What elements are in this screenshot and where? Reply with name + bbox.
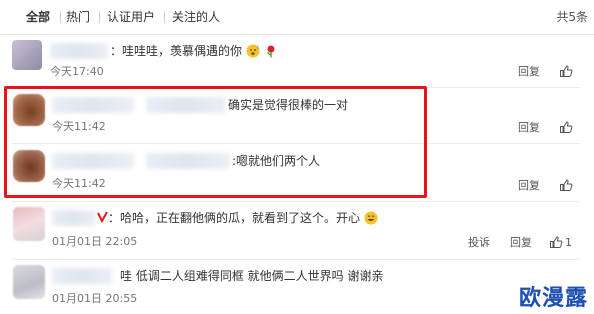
avatar[interactable] [13,265,45,299]
tab-verified[interactable]: 认证用户 [107,10,155,24]
divider [12,259,580,260]
verified-badge-icon [97,211,108,223]
tab-divider [60,11,61,23]
watermark-logo: 欧漫露 [518,286,588,311]
username-blurred[interactable] [52,210,96,226]
tab-divider [99,11,100,23]
like-count: 1 [565,236,572,249]
grinning-face-icon [364,211,378,225]
comment-text: ：哇哇哇，羡慕偶遇的你 [110,43,278,59]
tab-all[interactable]: 全部 [26,10,50,24]
comment-time: 今天17:40 [50,65,104,78]
tab-following[interactable]: 关注的人 [172,10,220,24]
reply-button[interactable]: 回复 [518,65,540,79]
tab-hot[interactable]: 热门 [66,10,90,24]
highlight-box [4,86,427,198]
thumbs-up-icon[interactable] [559,178,573,192]
comment-item: ：哇哇哇，羡慕偶遇的你 今天17:40 回复 [0,35,594,83]
filter-tabs: 全部 热门 认证用户 关注的人 共5条 [0,0,594,35]
tab-divider [164,11,165,23]
comment-text-content: ：哇哇哇，羡慕偶遇的你 [110,44,243,58]
username-blurred[interactable] [50,43,108,59]
thumbs-up-icon[interactable] [549,235,563,249]
username-blurred[interactable] [52,268,112,284]
report-button[interactable]: 投诉 [468,236,490,250]
divider [12,201,580,202]
comment-time: 01月01日 20:55 [52,292,138,305]
comment-text: 哇 低调二人组难得同框 就他俩二人世界吗 谢谢亲 [120,269,384,283]
avatar[interactable] [13,207,45,241]
reply-button[interactable]: 回复 [518,121,540,135]
comment-time: 01月01日 22:05 [52,235,138,248]
comment-count: 共5条 [556,10,588,24]
thumbs-up-icon[interactable] [559,120,573,134]
comment-item: 哇 低调二人组难得同框 就他俩二人世界吗 谢谢亲 01月01日 20:55 [0,261,594,314]
face-with-cold-sweat-icon [246,44,260,58]
reply-button[interactable]: 回复 [518,179,540,193]
avatar[interactable] [12,40,42,70]
thumbs-up-icon[interactable] [559,64,573,78]
reply-button[interactable]: 回复 [510,236,532,250]
rose-icon [267,45,275,58]
comment-item: ：哈哈，正在翻他俩的瓜，就看到了这个。开心 01月01日 22:05 投诉 回复… [0,203,594,257]
comment-text: ：哈哈，正在翻他俩的瓜，就看到了这个。开心 [108,210,378,226]
comment-text-content: ：哈哈，正在翻他俩的瓜，就看到了这个。开心 [108,211,361,225]
